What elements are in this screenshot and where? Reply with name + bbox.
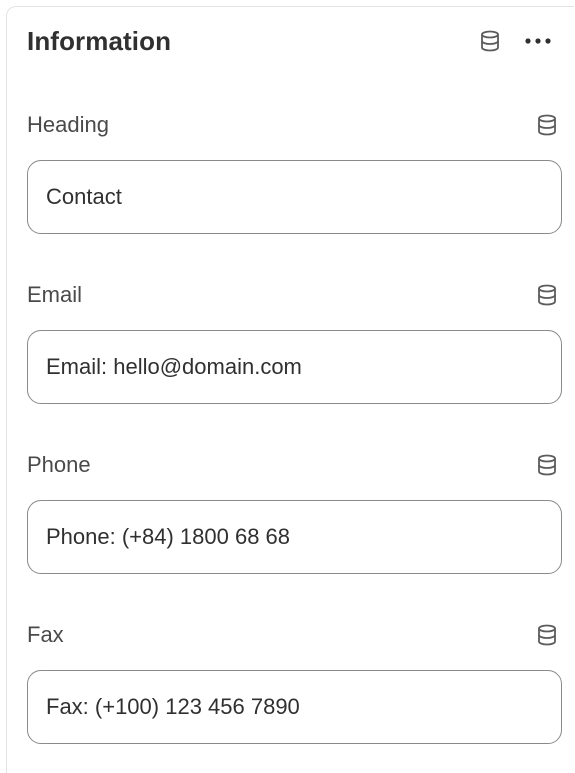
database-icon[interactable]: [532, 280, 562, 310]
fax-label-row: Fax: [27, 620, 562, 650]
information-panel: Information Heading Contact Email Email:…: [6, 6, 574, 773]
database-icon[interactable]: [475, 26, 505, 56]
email-label: Email: [27, 282, 83, 307]
heading-label-row: Heading: [27, 110, 562, 140]
phone-field: Phone: [27, 450, 562, 574]
phone-label: Phone: [27, 452, 91, 477]
database-icon[interactable]: [532, 110, 562, 140]
panel-header: Information: [27, 21, 557, 61]
heading-field: Heading: [27, 110, 562, 234]
email-input[interactable]: [27, 330, 562, 404]
database-icon[interactable]: [532, 450, 562, 480]
more-horizontal-icon[interactable]: [523, 26, 553, 56]
email-label-row: Email: [27, 280, 562, 310]
heading-input[interactable]: [27, 160, 562, 234]
database-icon[interactable]: [532, 620, 562, 650]
fax-field: Fax: [27, 620, 562, 744]
heading-label: Heading: [27, 112, 109, 137]
fax-label: Fax: [27, 622, 64, 647]
phone-label-row: Phone: [27, 450, 562, 480]
email-field: Email: [27, 280, 562, 404]
phone-input[interactable]: [27, 500, 562, 574]
header-actions: [475, 26, 553, 56]
panel-title: Information: [27, 25, 172, 56]
fax-input[interactable]: [27, 670, 562, 744]
